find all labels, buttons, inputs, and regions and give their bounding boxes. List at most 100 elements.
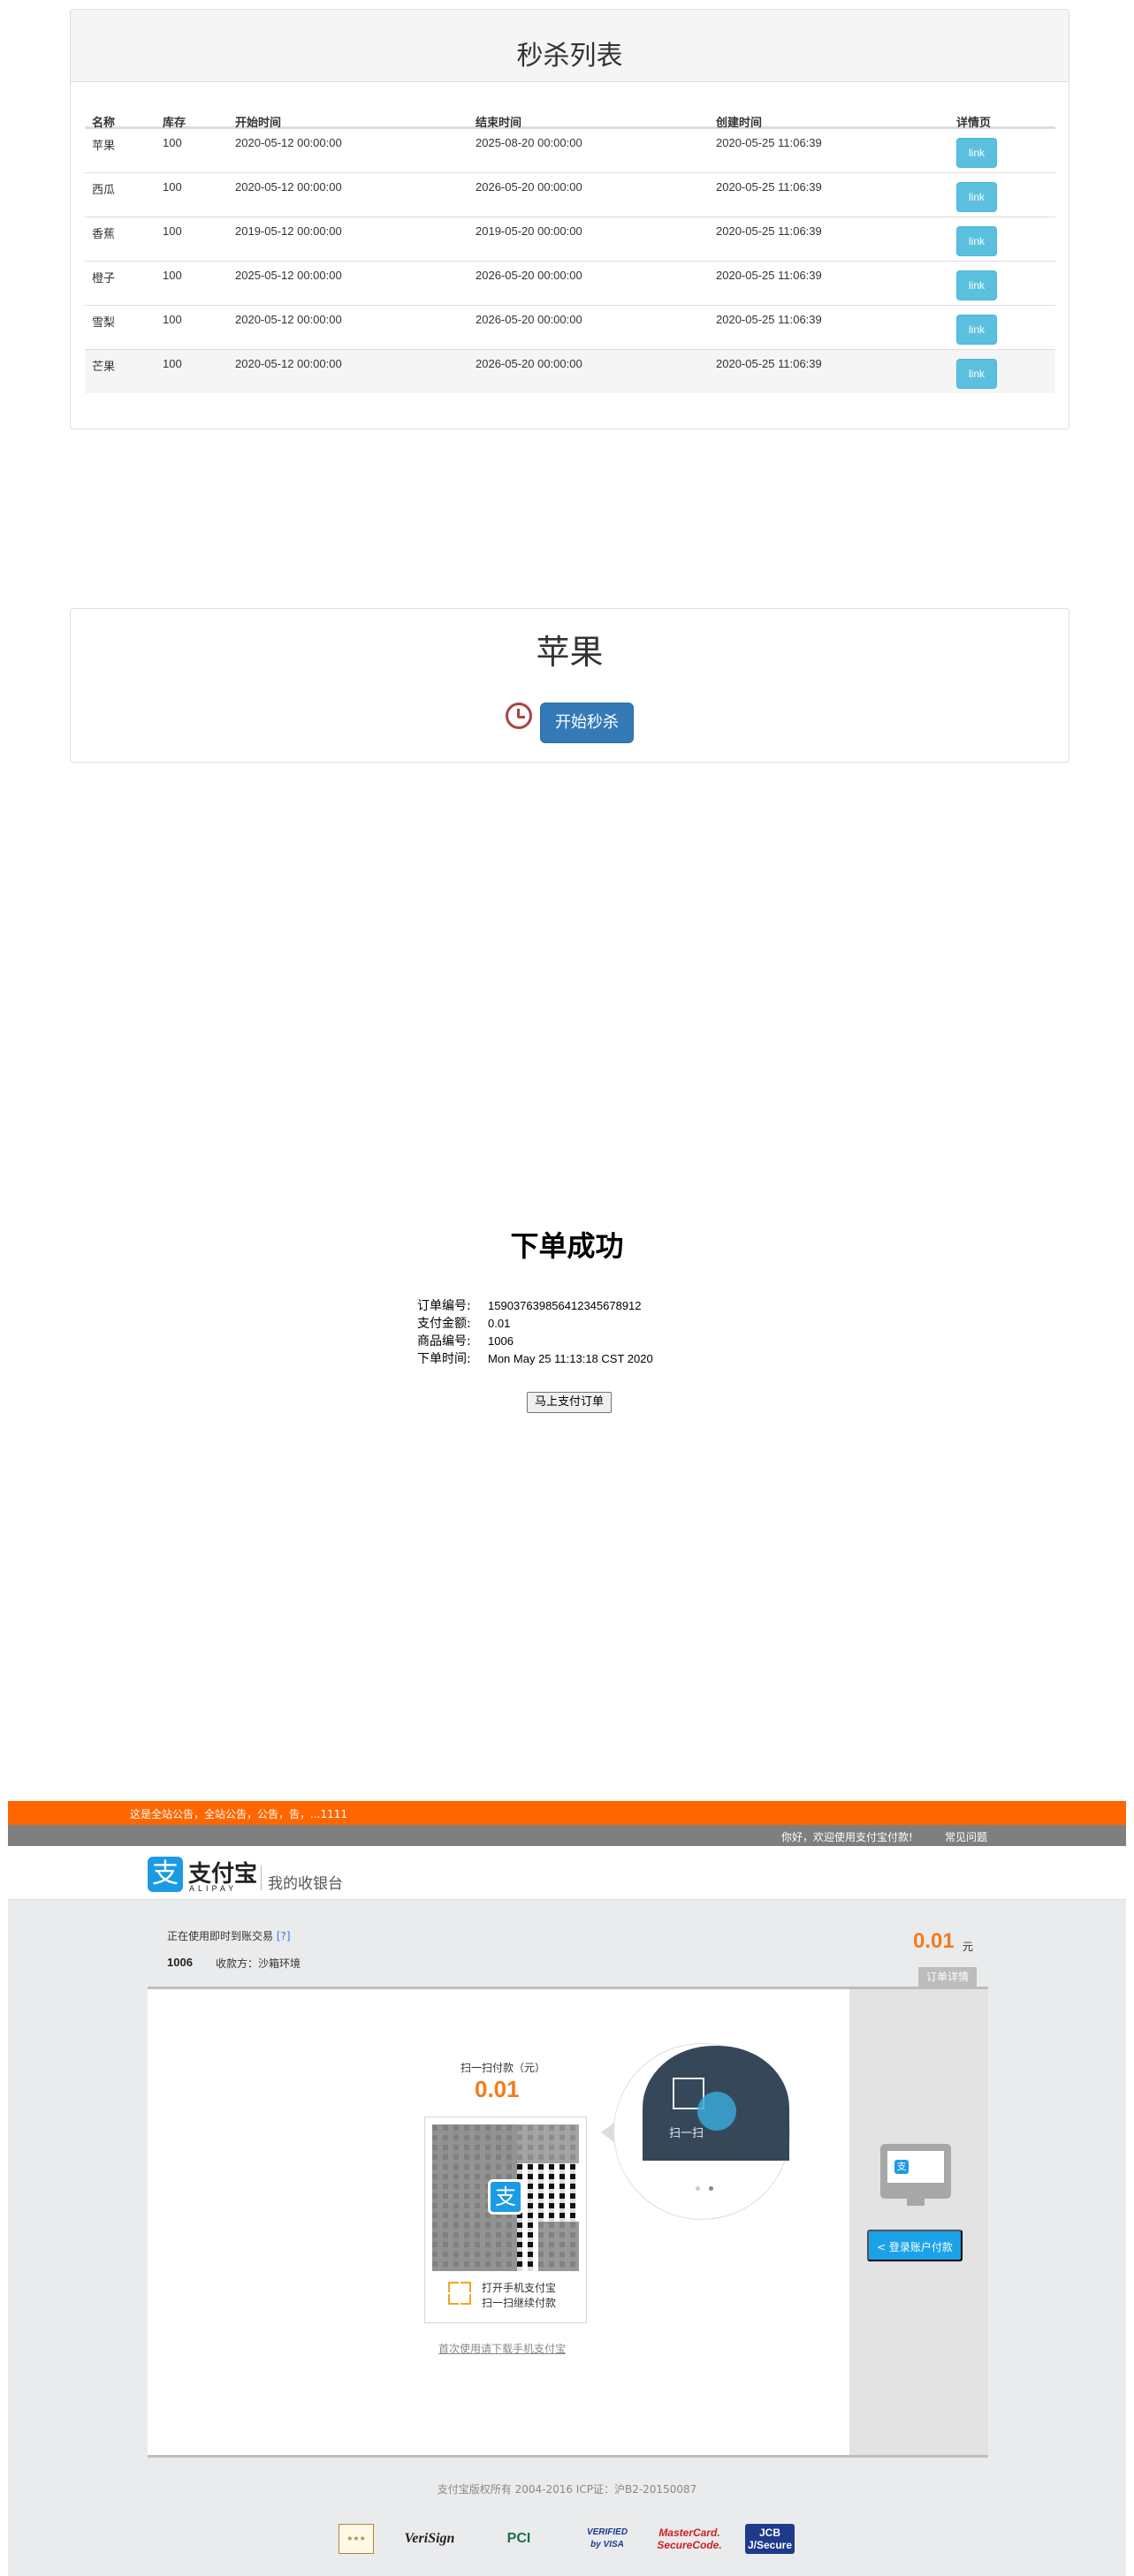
notice-bar: 这是全站公告，全站公告，公告，告，...1111 bbox=[8, 1801, 1126, 1825]
welcome-text: 你好，欢迎使用支付宝付款! bbox=[781, 1831, 913, 1843]
cell-name: 香蕉 bbox=[92, 227, 116, 240]
computer-icon: 支 bbox=[880, 2144, 951, 2199]
detail-link-button[interactable]: link bbox=[956, 315, 997, 345]
alipay-cashier: 这是全站公告，全站公告，公告，告，...1111 你好，欢迎使用支付宝付款! 常… bbox=[8, 1801, 1126, 2576]
scan-tip-line1: 打开手机支付宝 bbox=[482, 2282, 557, 2294]
product-number-value: 1006 bbox=[488, 1334, 514, 1348]
jcb-secure-badge: JCB J/Secure bbox=[745, 2524, 795, 2554]
alipay-mini-logo-icon: 支 bbox=[894, 2160, 909, 2174]
computer-stand bbox=[907, 2199, 925, 2206]
payee-text: 收款方：沙箱环境 bbox=[216, 1957, 301, 1970]
cell-stock: 100 bbox=[163, 224, 182, 238]
table-row: 芒果 100 2020-05-12 00:00:00 2026-05-20 00… bbox=[85, 349, 1055, 393]
verified-by-visa-badge: VERIFIED by VISA bbox=[586, 2527, 628, 2549]
alipay-logo-icon: 支 bbox=[148, 1857, 183, 1892]
site-notice: 这是全站公告，全站公告，公告，告，...1111 bbox=[130, 1808, 347, 1820]
scan-icon bbox=[448, 2282, 471, 2305]
cell-start: 2019-05-12 00:00:00 bbox=[235, 224, 342, 238]
cell-created: 2020-05-25 11:06:39 bbox=[716, 224, 822, 238]
account-pay-area: 支 < 登录账户付款 bbox=[849, 1989, 988, 2455]
table-row: 苹果 100 2020-05-12 00:00:00 2025-08-20 00… bbox=[85, 128, 1055, 172]
cell-created: 2020-05-25 11:06:39 bbox=[716, 269, 822, 282]
page-title: 秒杀列表 bbox=[516, 41, 623, 72]
order-field-row: 支付金额: 0.01 bbox=[417, 1315, 653, 1333]
order-time-label: 下单时间: bbox=[417, 1352, 471, 1366]
cell-stock: 100 bbox=[163, 357, 182, 370]
order-field-row: 订单编号: 159037639856412345678912 bbox=[417, 1297, 653, 1315]
pay-amount-value: 0.01 bbox=[488, 1317, 511, 1330]
carousel-dot[interactable] bbox=[709, 2186, 713, 2191]
carousel-dots bbox=[696, 2179, 722, 2195]
qr-blur-overlay bbox=[517, 2124, 579, 2163]
currency-unit: 元 bbox=[963, 1941, 974, 1953]
start-seckill-button[interactable]: 开始秒杀 bbox=[540, 703, 634, 743]
order-number-value: 159037639856412345678912 bbox=[488, 1299, 642, 1312]
order-field-row: 下单时间: Mon May 25 11:13:18 CST 2020 bbox=[417, 1350, 653, 1368]
carousel-dot[interactable] bbox=[696, 2186, 700, 2191]
seckill-detail-panel: 苹果 开始秒杀 bbox=[70, 608, 1069, 763]
phone-screen: 扫一扫 bbox=[643, 2046, 789, 2161]
product-title: 苹果 bbox=[536, 633, 604, 672]
trust-seal-icon: ★★★ bbox=[339, 2524, 374, 2554]
cell-created: 2020-05-25 11:06:39 bbox=[716, 136, 822, 149]
header-divider bbox=[261, 1866, 262, 1890]
cell-created: 2020-05-25 11:06:39 bbox=[716, 180, 822, 194]
faq-link[interactable]: 常见问题 bbox=[945, 1829, 987, 1844]
cell-created: 2020-05-25 11:06:39 bbox=[716, 357, 822, 370]
order-field-row: 商品编号: 1006 bbox=[417, 1333, 653, 1350]
cell-end: 2019-05-20 00:00:00 bbox=[476, 224, 582, 238]
verisign-badge: VeriSign bbox=[404, 2531, 455, 2546]
detail-link-button[interactable]: link bbox=[956, 270, 997, 300]
cell-start: 2020-05-12 00:00:00 bbox=[235, 313, 342, 326]
cell-start: 2025-05-12 00:00:00 bbox=[235, 269, 342, 282]
table-row: 雪梨 100 2020-05-12 00:00:00 2026-05-20 00… bbox=[85, 305, 1055, 349]
order-number: 1006 bbox=[167, 1956, 193, 1969]
footer-copyright: 支付宝版权所有 2004-2016 ICP证：沪B2-20150087 bbox=[437, 2483, 697, 2496]
table-row: 橙子 100 2025-05-12 00:00:00 2026-05-20 00… bbox=[85, 261, 1055, 305]
mastercard-securecode-badge: MasterCard. SecureCode. bbox=[657, 2527, 722, 2551]
detail-link-button[interactable]: link bbox=[956, 359, 997, 389]
cell-end: 2026-05-20 00:00:00 bbox=[476, 357, 582, 370]
cell-start: 2020-05-12 00:00:00 bbox=[235, 136, 342, 149]
help-link[interactable]: [?] bbox=[277, 1930, 291, 1942]
trade-type-label: 正在使用即时到账交易 bbox=[167, 1930, 274, 1942]
computer-screen: 支 bbox=[887, 2151, 944, 2183]
cell-name: 橙子 bbox=[92, 271, 116, 285]
qr-blur-overlay bbox=[538, 2222, 579, 2271]
cell-name: 雪梨 bbox=[92, 315, 116, 329]
cell-end: 2026-05-20 00:00:00 bbox=[476, 269, 582, 282]
cell-name: 西瓜 bbox=[92, 183, 116, 196]
pay-amount-label: 支付金额: bbox=[417, 1317, 471, 1331]
trade-type-text: 正在使用即时到账交易 [?] bbox=[167, 1928, 291, 1943]
pci-badge: PCI bbox=[506, 2531, 531, 2546]
total-amount: 0.01 bbox=[913, 1929, 955, 1953]
cell-created: 2020-05-25 11:06:39 bbox=[716, 313, 822, 326]
download-app-link[interactable]: 首次使用请下载手机支付宝 bbox=[438, 2341, 566, 2356]
detail-link-button[interactable]: link bbox=[956, 226, 997, 256]
cell-name: 苹果 bbox=[92, 139, 116, 152]
cell-end: 2026-05-20 00:00:00 bbox=[476, 180, 582, 194]
cell-name: 芒果 bbox=[92, 360, 116, 373]
cashier-title: 我的收银台 bbox=[268, 1875, 343, 1893]
qr-code: 支 bbox=[432, 2124, 579, 2271]
alipay-qr-logo-icon: 支 bbox=[488, 2179, 523, 2215]
cell-start: 2020-05-12 00:00:00 bbox=[235, 357, 342, 370]
login-pay-button[interactable]: < 登录账户付款 bbox=[867, 2230, 963, 2261]
product-number-label: 商品编号: bbox=[417, 1334, 471, 1349]
seckill-table: 名称 库存 开始时间 结束时间 创建时间 详情页 苹果 100 2020-05-… bbox=[85, 102, 1055, 393]
table-row: 西瓜 100 2020-05-12 00:00:00 2026-05-20 00… bbox=[85, 172, 1055, 217]
order-info: 订单编号: 159037639856412345678912 支付金额: 0.01 … bbox=[417, 1297, 653, 1368]
scan-pay-title: 扫一扫付款（元） bbox=[460, 2062, 546, 2074]
alipay-logo-en: ALIPAY bbox=[189, 1884, 238, 1893]
cell-end: 2025-08-20 00:00:00 bbox=[476, 136, 582, 149]
table-row: 香蕉 100 2019-05-12 00:00:00 2019-05-20 00… bbox=[85, 217, 1055, 261]
cell-stock: 100 bbox=[163, 313, 182, 326]
scan-tip-line2: 扫一扫继续付款 bbox=[482, 2297, 557, 2309]
pay-now-button[interactable]: 马上支付订单 bbox=[527, 1392, 612, 1413]
detail-link-button[interactable]: link bbox=[956, 182, 997, 212]
cell-stock: 100 bbox=[163, 180, 182, 194]
order-detail-button[interactable]: 订单详情 bbox=[918, 1967, 977, 1987]
qr-code-frame: 支 打开手机支付宝 扫一扫继续付款 bbox=[424, 2116, 587, 2323]
detail-link-button[interactable]: link bbox=[956, 138, 997, 168]
cell-stock: 100 bbox=[163, 136, 182, 149]
